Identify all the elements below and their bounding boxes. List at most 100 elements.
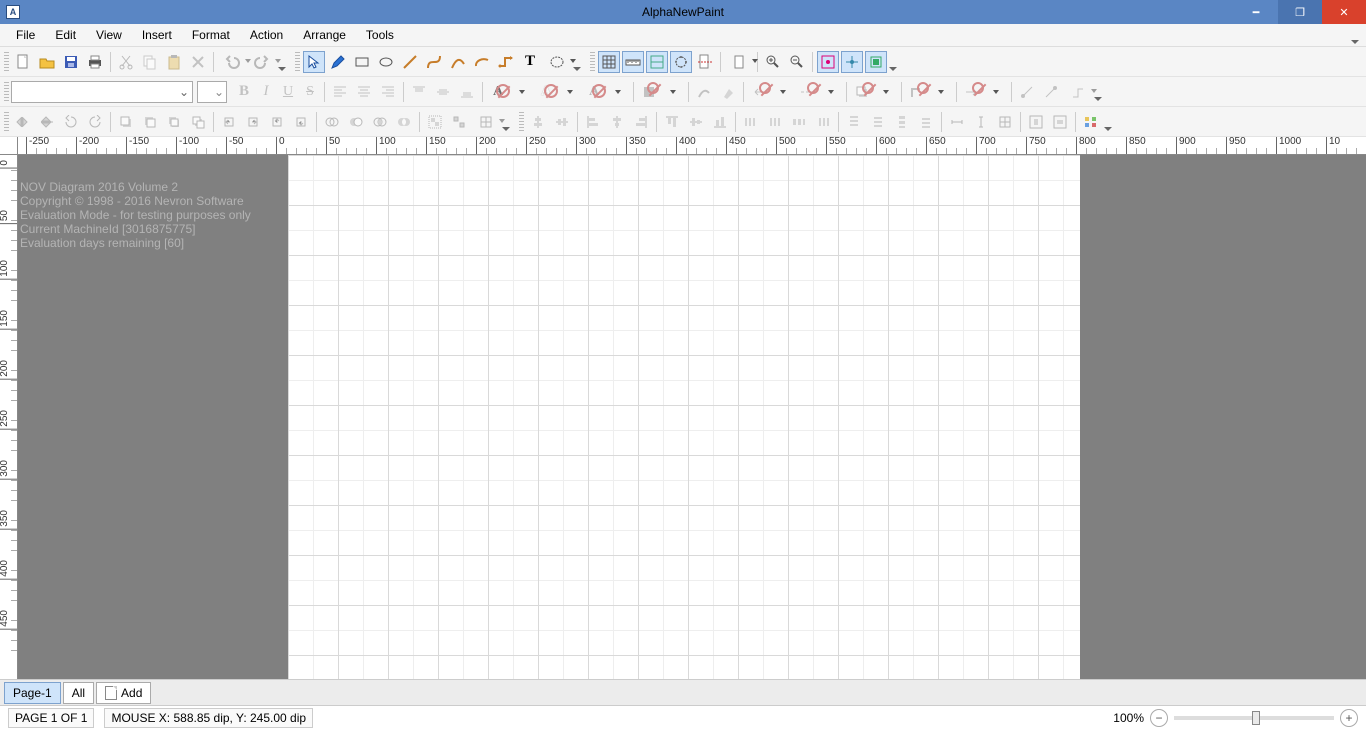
menu-tools[interactable]: Tools (356, 25, 404, 45)
align-top-edge[interactable] (661, 111, 683, 133)
guides-toggle[interactable] (646, 51, 668, 73)
menu-view[interactable]: View (86, 25, 132, 45)
strike-button[interactable]: S (299, 81, 321, 103)
xor-button[interactable] (393, 111, 415, 133)
font-fill-color[interactable]: A (487, 81, 509, 103)
nudge-down[interactable] (290, 111, 312, 133)
menu-file[interactable]: File (6, 25, 45, 45)
flip-horizontal[interactable] (12, 111, 34, 133)
toolbar-overflow[interactable] (888, 51, 898, 73)
line-dash-dropdown[interactable] (820, 81, 842, 103)
distribute-v-center[interactable] (867, 111, 889, 133)
ungroup-button[interactable] (448, 111, 470, 133)
line-start-arrow[interactable] (748, 81, 770, 103)
pan-tool[interactable] (543, 51, 571, 73)
connector-begin[interactable] (1016, 81, 1038, 103)
align-right-edge[interactable] (630, 111, 652, 133)
connector-tool[interactable] (495, 51, 517, 73)
pointer-tool[interactable] (303, 51, 325, 73)
nudge-left[interactable] (218, 111, 240, 133)
page[interactable] (288, 155, 1080, 679)
line-tool[interactable] (399, 51, 421, 73)
nudge-up[interactable] (266, 111, 288, 133)
ellipse-tool[interactable] (375, 51, 397, 73)
stroke-style[interactable] (693, 81, 715, 103)
distribute-v-spacing[interactable] (891, 111, 913, 133)
zoom-in-button[interactable] (762, 51, 784, 73)
connector-route[interactable] (1064, 81, 1092, 103)
font-stroke-color[interactable]: A (535, 81, 557, 103)
toolbar-grip[interactable] (519, 112, 524, 132)
line-dash[interactable] (796, 81, 818, 103)
vertical-ruler[interactable]: 050100150200250300350400450 (0, 155, 18, 679)
valign-middle-button[interactable] (432, 81, 454, 103)
line-end-arrow[interactable] (961, 81, 983, 103)
minimize-button[interactable]: ━ (1234, 0, 1278, 24)
nudge-right[interactable] (242, 111, 264, 133)
menu-overflow-icon[interactable] (1350, 24, 1360, 46)
delete-button[interactable] (187, 51, 209, 73)
underline-button[interactable]: U (277, 81, 299, 103)
toolbar-grip[interactable] (590, 52, 595, 72)
line-start-dropdown[interactable] (772, 81, 794, 103)
compose-button[interactable] (472, 111, 500, 133)
rectangle-tool[interactable] (351, 51, 373, 73)
same-size[interactable] (994, 111, 1016, 133)
toolbar-grip[interactable] (4, 82, 9, 102)
distribute-h-right[interactable] (812, 111, 834, 133)
tab-page-1[interactable]: Page-1 (4, 682, 61, 704)
tab-add[interactable]: Add (96, 682, 151, 704)
zoom-slider[interactable] (1174, 716, 1334, 720)
align-center-h[interactable] (551, 111, 573, 133)
toolbar-grip[interactable] (295, 52, 300, 72)
valign-bottom-button[interactable] (456, 81, 478, 103)
redo-button[interactable] (248, 51, 276, 73)
arc-tool[interactable] (447, 51, 469, 73)
page-orientation[interactable] (725, 51, 753, 73)
snap-to-grid[interactable] (817, 51, 839, 73)
connector-end[interactable] (1040, 81, 1062, 103)
align-left-edge[interactable] (582, 111, 604, 133)
align-center-button[interactable] (353, 81, 375, 103)
font-fill-dropdown[interactable] (511, 81, 533, 103)
zoom-in-icon[interactable]: + (1340, 709, 1358, 727)
group-button[interactable] (424, 111, 446, 133)
menu-format[interactable]: Format (182, 25, 240, 45)
ruler-toggle[interactable] (622, 51, 644, 73)
snap-toggle[interactable] (670, 51, 692, 73)
distribute-h-center[interactable] (764, 111, 786, 133)
rotate-left[interactable] (60, 111, 82, 133)
distribute-v-bottom[interactable] (915, 111, 937, 133)
menu-arrange[interactable]: Arrange (293, 25, 356, 45)
valign-top-button[interactable] (408, 81, 430, 103)
send-to-back[interactable] (187, 111, 209, 133)
layout-button[interactable] (1080, 111, 1102, 133)
pencil-tool[interactable] (327, 51, 349, 73)
union-button[interactable] (321, 111, 343, 133)
stroke-paint[interactable] (717, 81, 739, 103)
align-center-v[interactable] (527, 111, 549, 133)
undo-button[interactable] (218, 51, 246, 73)
same-height[interactable] (970, 111, 992, 133)
font-shadow-color[interactable]: A (583, 81, 605, 103)
align-centers-v[interactable] (606, 111, 628, 133)
horizontal-ruler[interactable]: -250-200-150-100-50050100150200250300350… (18, 137, 1366, 155)
print-button[interactable] (84, 51, 106, 73)
align-centers-h[interactable] (685, 111, 707, 133)
font-size-combo[interactable]: ⌄ (197, 81, 227, 103)
distribute-h-spacing[interactable] (788, 111, 810, 133)
zoom-out-icon[interactable]: − (1150, 709, 1168, 727)
align-right-button[interactable] (377, 81, 399, 103)
toolbar-grip[interactable] (4, 112, 9, 132)
tab-all[interactable]: All (63, 682, 94, 704)
bold-button[interactable]: B (233, 81, 255, 103)
toolbar-grip[interactable] (4, 52, 9, 72)
shadow-dropdown[interactable] (875, 81, 897, 103)
zoom-out-button[interactable] (786, 51, 808, 73)
menu-edit[interactable]: Edit (45, 25, 86, 45)
same-width[interactable] (946, 111, 968, 133)
align-left-button[interactable] (329, 81, 351, 103)
grid-toggle[interactable] (598, 51, 620, 73)
open-button[interactable] (36, 51, 58, 73)
save-button[interactable] (60, 51, 82, 73)
